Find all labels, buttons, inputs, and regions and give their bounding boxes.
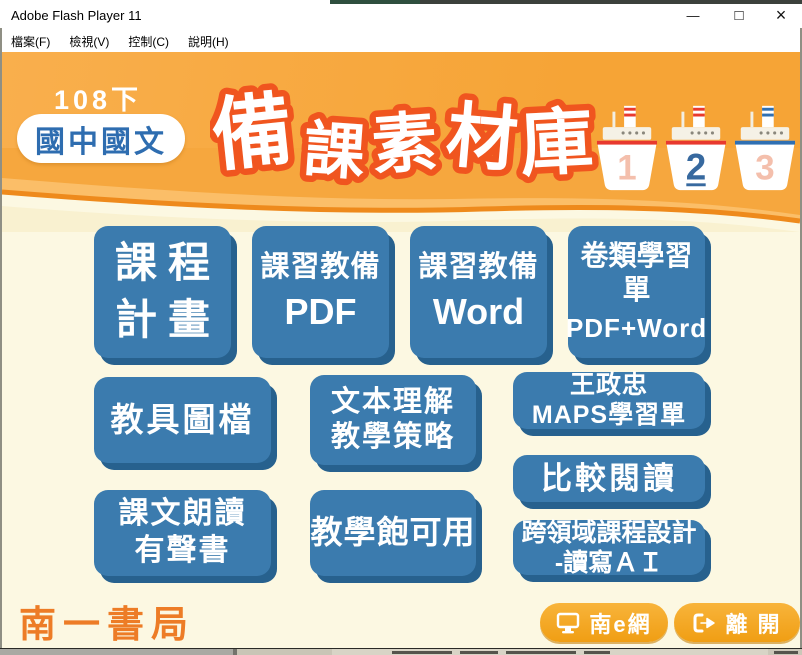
title-char-2: 課 — [302, 115, 368, 187]
tile-label: 跨領域課程設計 — [521, 518, 696, 548]
tile-label: 有聲書 — [135, 533, 231, 570]
tile-label: 計畫 — [104, 292, 221, 349]
page-boats: 1 2 — [596, 88, 796, 238]
flash-stage: 108下 國中國文 備 課 素 材 庫 — [2, 52, 800, 648]
tile-label: 教學飽可用 — [310, 513, 475, 552]
menu-help[interactable]: 說明(H) — [188, 33, 229, 50]
nan-e-net-label: 南e網 — [589, 607, 651, 639]
tile-label: 課習教備 — [418, 250, 538, 285]
window-border-left — [0, 28, 2, 648]
tile-text-comprehension[interactable]: 文本理解 教學策略 — [310, 375, 476, 465]
tile-label: 比較閱讀 — [541, 460, 677, 498]
tile-label: 課文朗讀 — [119, 496, 247, 533]
tile-label: 教學策略 — [331, 420, 455, 455]
boat-number-2: 2 — [686, 146, 706, 187]
boat-number-3: 3 — [755, 148, 774, 187]
tile-materials-pdf[interactable]: 課習教備 PDF — [252, 226, 389, 358]
boat-page-3[interactable]: 3 — [734, 88, 796, 238]
menu-view[interactable]: 檢視(V) — [69, 33, 109, 50]
tile-audio-book[interactable]: 課文朗讀 有聲書 — [94, 490, 271, 576]
tile-label: PDF — [285, 290, 357, 334]
menu-bar: 檔案(F) 檢視(V) 控制(C) 說明(H) — [2, 30, 800, 52]
exit-label: 離 開 — [725, 607, 781, 639]
active-page-underline — [686, 183, 705, 186]
boat-page-1[interactable]: 1 — [596, 88, 658, 238]
tile-worksheets[interactable]: 卷類學習單 PDF+Word — [568, 226, 705, 358]
minimize-button[interactable]: — — [676, 2, 710, 28]
maximize-button[interactable]: □ — [722, 2, 756, 28]
subject-badge: 國中國文 — [17, 114, 185, 163]
subject-label: 國中國文 — [35, 117, 167, 161]
nan-e-net-button[interactable]: 南e網 — [540, 603, 668, 642]
tile-teaching-pack[interactable]: 教學飽可用 — [310, 490, 476, 576]
tile-label: 教具圖檔 — [111, 400, 255, 440]
tile-label: PDF+Word — [566, 313, 707, 345]
tile-label: Word — [433, 290, 524, 334]
background-window-sliver-bottom — [0, 648, 802, 655]
tile-course-plan[interactable]: 課程 計畫 — [94, 226, 231, 358]
minimize-icon: — — [687, 8, 700, 23]
title-char-4: 材 — [443, 96, 521, 181]
tile-teaching-images[interactable]: 教具圖檔 — [94, 377, 271, 463]
tile-maps-worksheet[interactable]: 王政忠 MAPS學習單 — [513, 372, 705, 429]
menu-file[interactable]: 檔案(F) — [11, 33, 50, 50]
title-char-5: 庫 — [518, 101, 595, 186]
title-char-1: 備 — [210, 84, 297, 181]
tile-label: 文本理解 — [331, 385, 455, 420]
exit-arrow-icon — [692, 612, 716, 634]
monitor-icon — [556, 612, 580, 634]
window-title: Adobe Flash Player 11 — [11, 8, 142, 23]
publisher-logo: 南一書局 — [19, 594, 195, 648]
tile-label: 課程 — [104, 235, 221, 292]
semester-label: 108下 — [54, 78, 142, 117]
tile-cross-domain-ai[interactable]: 跨領域課程設計 -讀寫ＡＩ — [513, 520, 705, 575]
close-button[interactable]: × — [764, 2, 798, 28]
boat-number-1: 1 — [617, 148, 636, 187]
title-bar: Adobe Flash Player 11 — □ × — [0, 0, 802, 30]
tile-compare-reading[interactable]: 比較閱讀 — [513, 455, 705, 502]
tile-label: 卷類學習單 — [568, 239, 705, 307]
menu-control[interactable]: 控制(C) — [128, 33, 169, 50]
flash-player-window: Adobe Flash Player 11 — □ × 檔案(F) 檢視(V) … — [0, 0, 802, 655]
tile-label: -讀寫ＡＩ — [555, 548, 663, 578]
background-window-sliver-top-green — [330, 0, 420, 4]
title-char-3: 素 — [369, 105, 439, 182]
close-icon: × — [776, 5, 787, 26]
exit-button[interactable]: 離 開 — [674, 603, 800, 642]
tile-materials-word[interactable]: 課習教備 Word — [410, 226, 547, 358]
tile-label: 王政忠 — [570, 371, 648, 401]
tile-label: 課習教備 — [260, 250, 380, 285]
maximize-icon: □ — [734, 7, 743, 24]
tile-label: MAPS學習單 — [532, 401, 686, 431]
boat-page-2-active[interactable]: 2 — [665, 88, 727, 238]
main-title: 備 課 素 材 庫 — [210, 56, 608, 196]
